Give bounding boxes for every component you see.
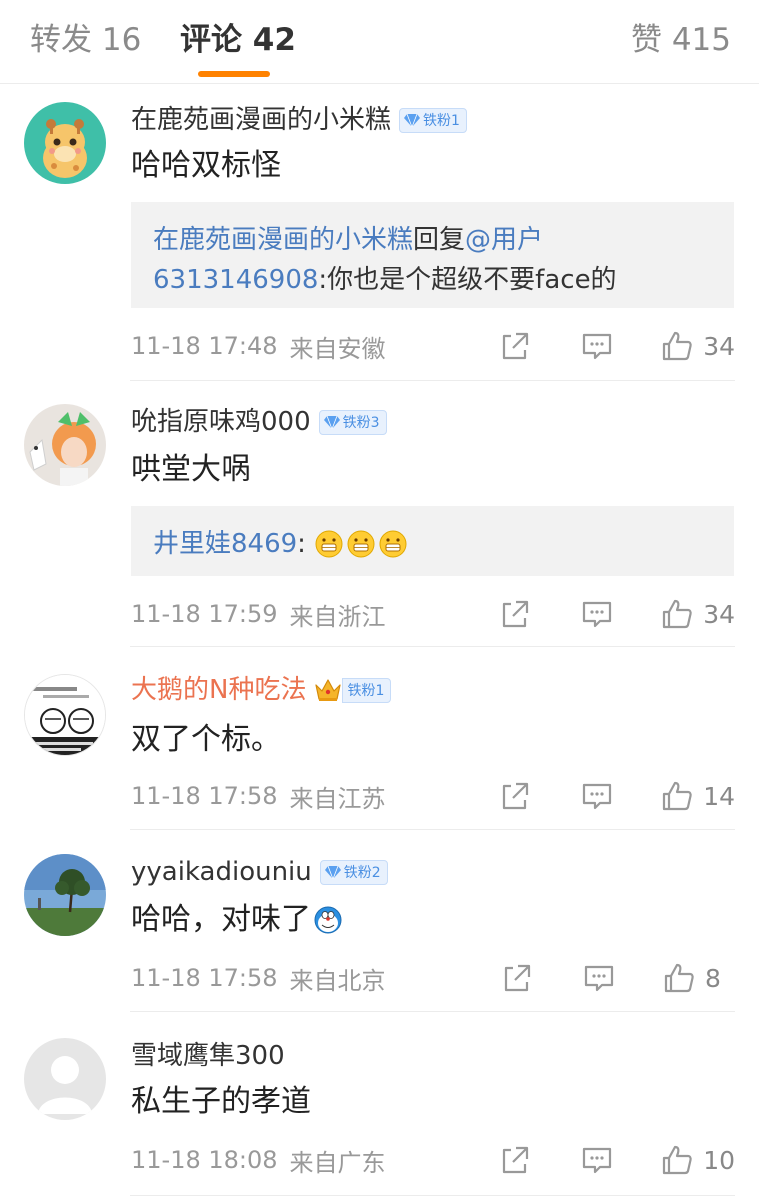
comment-location: 来自广东 <box>289 1148 386 1177</box>
comment-username[interactable]: 大鹅的N种吃法 <box>131 672 306 708</box>
comment-username[interactable]: 雪域鹰隼300 <box>131 1038 285 1074</box>
fan-level-badge[interactable]: 铁粉2 <box>319 859 388 885</box>
comment-text: 私生子的孝道 <box>131 1084 311 1119</box>
like-count: 34 <box>703 599 735 629</box>
comment-icon[interactable] <box>581 598 613 630</box>
share-icon[interactable] <box>499 780 531 812</box>
doraemon-emoji <box>314 906 342 934</box>
comment-time: 11-18 18:08 <box>131 1146 278 1174</box>
comment-time: 11-18 17:58 <box>131 782 278 810</box>
comment-text: 哈哈，对味了 <box>131 902 311 937</box>
landscape-avatar[interactable] <box>24 854 106 936</box>
reply-text: :你也是个超级不要face的 <box>318 265 617 295</box>
reply-target-link[interactable]: 6313146908 <box>153 260 318 300</box>
comment-location: 来自浙江 <box>289 602 386 631</box>
share-icon[interactable] <box>499 1144 531 1176</box>
comment-time: 11-18 17:59 <box>131 600 278 628</box>
share-icon[interactable] <box>499 598 531 630</box>
like-button[interactable]: 34 <box>661 330 735 362</box>
thumbs-up-icon <box>663 331 692 361</box>
reply-target-link[interactable]: @用户 <box>465 220 543 260</box>
comment-time: 11-18 17:48 <box>131 332 278 360</box>
comment-username[interactable]: yyaikadiouniu <box>131 854 312 890</box>
comment-item: 雪域鹰隼300 私生子的孝道 11-18 18:08 来自广东 10 <box>0 1012 759 1200</box>
default-avatar[interactable] <box>24 1038 106 1120</box>
like-button[interactable]: 34 <box>661 598 735 630</box>
fan-badge-label: 铁粉2 <box>343 865 381 881</box>
fan-badge-label: 铁粉3 <box>342 415 380 431</box>
divider <box>130 646 735 647</box>
comment-text: 哈哈双标怪 <box>131 148 281 183</box>
comment-text: 哄堂大㖞 <box>131 452 251 487</box>
fan-badge-label: 铁粉1 <box>347 683 385 699</box>
fan-level-badge[interactable]: 铁粉3 <box>318 409 387 435</box>
comment-item: 在鹿苑画漫画的小米糕 铁粉1 哈哈双标怪 在鹿苑画漫画的小米糕 回复 @用户 6… <box>0 84 759 382</box>
comment-username[interactable]: 在鹿苑画漫画的小米糕 <box>131 102 391 138</box>
comment-icon[interactable] <box>583 962 615 994</box>
fan-level-badge[interactable]: 铁粉1 <box>399 107 467 133</box>
reply-author-link[interactable]: 在鹿苑画漫画的小米糕 <box>153 220 413 260</box>
thumbs-up-icon <box>663 1145 692 1175</box>
reply-verb: 回复 <box>413 225 466 255</box>
giraffe-avatar[interactable] <box>24 102 106 184</box>
comment-location: 来自北京 <box>289 966 386 995</box>
grin-emoji <box>315 530 343 558</box>
comment-location: 来自安徽 <box>289 334 386 363</box>
comment-icon[interactable] <box>581 1144 613 1176</box>
reply-text: : <box>297 529 306 559</box>
comment-item: 大鹅的N种吃法 铁粉1 双了个标。 11-18 17:58 来自江苏 14 <box>0 648 759 830</box>
crown-icon <box>315 679 342 701</box>
tab-likes[interactable]: 赞 415 <box>631 18 731 62</box>
comment-username[interactable]: 吮指原味鸡000 <box>131 404 311 440</box>
reply-preview[interactable]: 井里娃8469 : <box>131 506 734 576</box>
comment-text: 双了个标。 <box>131 722 281 757</box>
comment-icon[interactable] <box>581 330 613 362</box>
like-count: 8 <box>705 963 721 993</box>
like-button[interactable]: 8 <box>663 962 735 994</box>
comment-location: 来自江苏 <box>289 784 386 813</box>
fan-badge-label: 铁粉1 <box>423 113 460 129</box>
like-count: 10 <box>703 1145 735 1175</box>
divider <box>130 1195 735 1196</box>
like-button[interactable]: 10 <box>661 1144 735 1176</box>
reply-author-link[interactable]: 井里娃8469 <box>153 524 297 564</box>
fan-level-badge[interactable]: 铁粉1 <box>342 677 392 703</box>
cosplay-photo-avatar[interactable] <box>24 404 106 486</box>
reply-preview[interactable]: 在鹿苑画漫画的小米糕 回复 @用户 6313146908 :你也是个超级不要fa… <box>131 202 734 308</box>
diamond-icon <box>323 415 340 429</box>
comment-icon[interactable] <box>581 780 613 812</box>
share-icon[interactable] <box>501 962 533 994</box>
like-count: 34 <box>703 331 735 361</box>
divider <box>130 380 735 381</box>
diamond-icon <box>324 865 341 879</box>
comic-avatar[interactable] <box>24 674 106 756</box>
tab-comments[interactable]: 评论 42 <box>180 18 296 62</box>
active-tab-indicator <box>198 71 270 77</box>
tab-repost[interactable]: 转发 16 <box>30 18 141 62</box>
comment-time: 11-18 17:58 <box>131 964 278 992</box>
thumbs-up-icon <box>664 963 694 993</box>
comment-item: 吮指原味鸡000 铁粉3 哄堂大㖞 井里娃8469 : 11-18 17:59 … <box>0 382 759 648</box>
grin-emoji <box>379 530 407 558</box>
share-icon[interactable] <box>499 330 531 362</box>
comment-tabs: 转发 16 评论 42 赞 415 <box>0 0 759 84</box>
thumbs-up-icon <box>663 599 692 629</box>
thumbs-up-icon <box>663 781 692 811</box>
like-count: 14 <box>703 781 735 811</box>
grin-emoji <box>347 530 375 558</box>
diamond-icon <box>404 113 421 127</box>
comment-item: yyaikadiouniu 铁粉2 哈哈，对味了 11-18 17:58 来自北… <box>0 830 759 1012</box>
like-button[interactable]: 14 <box>661 780 735 812</box>
